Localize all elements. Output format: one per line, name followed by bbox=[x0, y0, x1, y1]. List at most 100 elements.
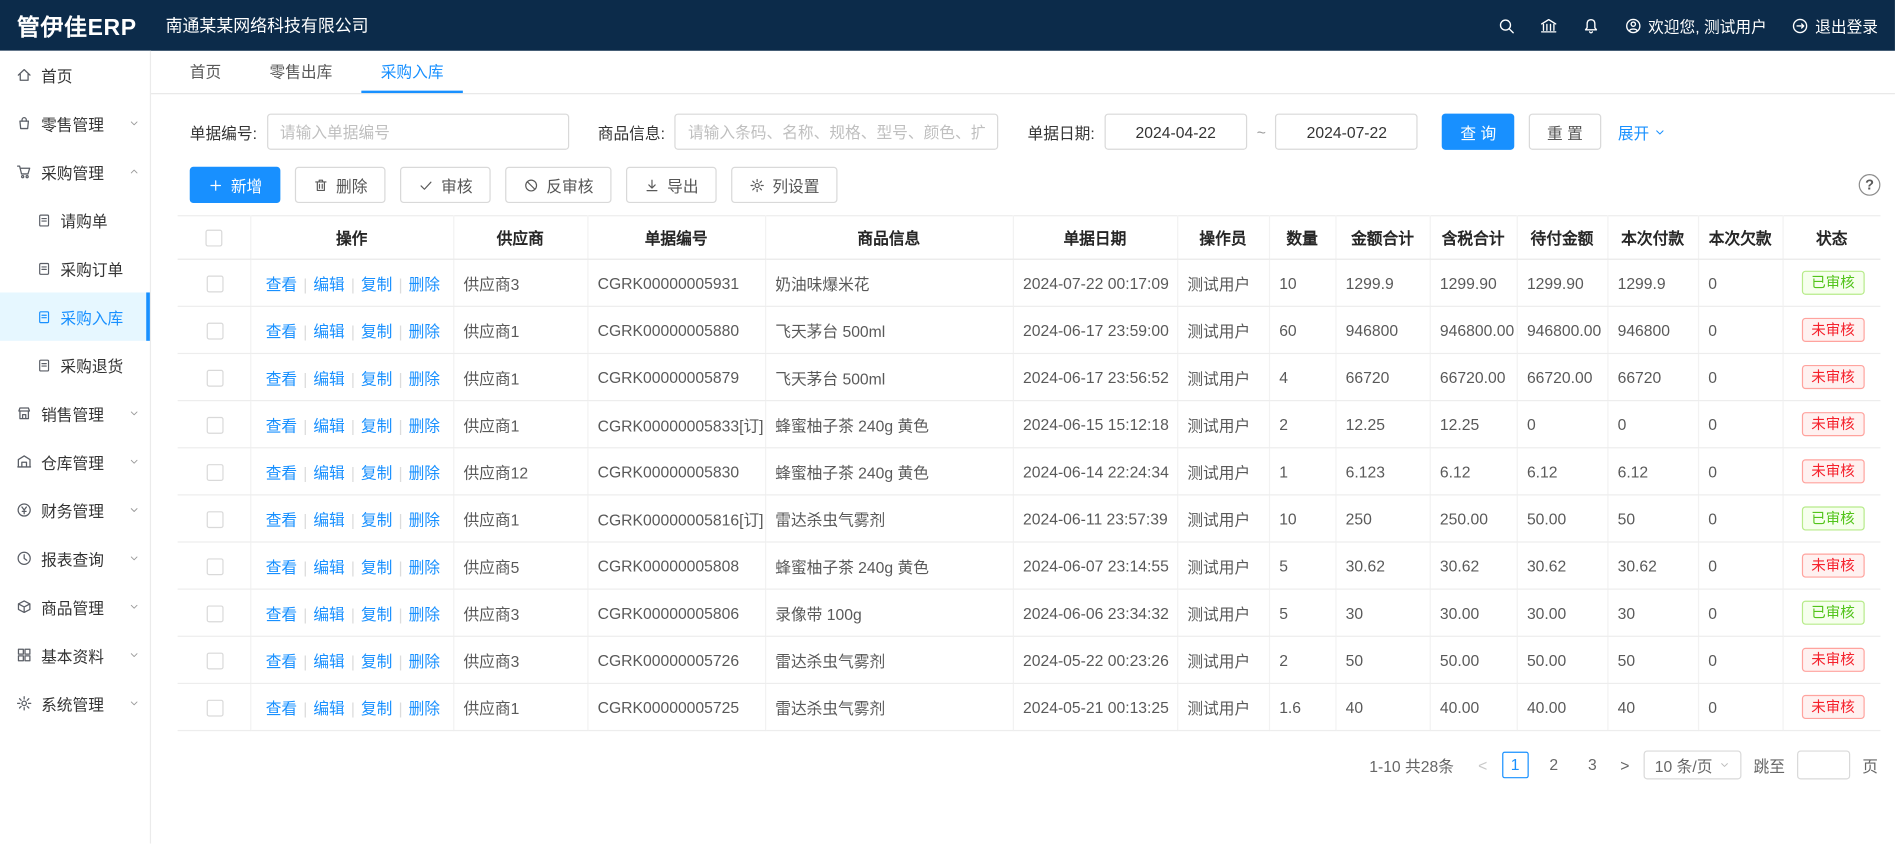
row-action-delete[interactable]: 删除 bbox=[409, 699, 440, 717]
row-action-view[interactable]: 查看 bbox=[266, 605, 297, 623]
page-size-select[interactable]: 10 条/页 bbox=[1644, 750, 1742, 779]
expand-toggle[interactable]: 展开 bbox=[1618, 120, 1666, 143]
next-page-button[interactable]: > bbox=[1618, 756, 1632, 774]
tab-home[interactable]: 首页 bbox=[170, 51, 240, 93]
row-action-view[interactable]: 查看 bbox=[266, 275, 297, 293]
welcome-user[interactable]: 欢迎您, 测试用户 bbox=[1624, 14, 1767, 37]
row-checkbox[interactable] bbox=[206, 370, 223, 387]
row-checkbox[interactable] bbox=[206, 605, 223, 622]
row-checkbox[interactable] bbox=[206, 511, 223, 528]
action-separator: | bbox=[351, 558, 355, 576]
row-action-edit[interactable]: 编辑 bbox=[313, 369, 344, 387]
row-action-view[interactable]: 查看 bbox=[266, 699, 297, 717]
page-button-1[interactable]: 1 bbox=[1502, 752, 1529, 779]
row-action-edit[interactable]: 编辑 bbox=[313, 416, 344, 434]
row-action-copy[interactable]: 复制 bbox=[361, 652, 392, 670]
logout-button[interactable]: 退出登录 bbox=[1791, 14, 1878, 37]
sidebar-item-sales[interactable]: 销售管理 bbox=[0, 389, 150, 437]
search-button[interactable]: 查 询 bbox=[1442, 114, 1514, 150]
tab-purchase-inbound[interactable]: 采购入库 bbox=[361, 51, 463, 93]
action-separator: | bbox=[303, 275, 307, 293]
row-action-delete[interactable]: 删除 bbox=[409, 605, 440, 623]
row-action-view[interactable]: 查看 bbox=[266, 463, 297, 481]
product-info-input[interactable] bbox=[675, 114, 999, 150]
row-action-delete[interactable]: 删除 bbox=[409, 463, 440, 481]
row-action-edit[interactable]: 编辑 bbox=[313, 699, 344, 717]
sidebar-item-report[interactable]: 报表查询 bbox=[0, 534, 150, 582]
row-action-copy[interactable]: 复制 bbox=[361, 275, 392, 293]
row-action-delete[interactable]: 删除 bbox=[409, 652, 440, 670]
row-action-edit[interactable]: 编辑 bbox=[313, 652, 344, 670]
sidebar-item-retail[interactable]: 零售管理 bbox=[0, 99, 150, 147]
row-action-edit[interactable]: 编辑 bbox=[313, 322, 344, 340]
row-action-edit[interactable]: 编辑 bbox=[313, 605, 344, 623]
help-icon[interactable]: ? bbox=[1859, 174, 1881, 196]
row-action-copy[interactable]: 复制 bbox=[361, 605, 392, 623]
row-checkbox[interactable] bbox=[206, 275, 223, 292]
row-checkbox[interactable] bbox=[206, 652, 223, 669]
header-bell-button[interactable] bbox=[1582, 16, 1600, 34]
column-settings-button[interactable]: 列设置 bbox=[731, 167, 837, 203]
row-action-edit[interactable]: 编辑 bbox=[313, 463, 344, 481]
row-action-view[interactable]: 查看 bbox=[266, 322, 297, 340]
date-start-input[interactable] bbox=[1104, 114, 1247, 150]
table-row: 查看|编辑|复制|删除供应商12CGRK00000005830蜂蜜柚子茶 240… bbox=[178, 448, 1881, 495]
row-checkbox[interactable] bbox=[206, 322, 223, 339]
sidebar-item-purchase[interactable]: 采购管理 bbox=[0, 147, 150, 195]
sidebar-item-purchase-inbound[interactable]: 采购入库 bbox=[0, 292, 150, 340]
row-action-view[interactable]: 查看 bbox=[266, 558, 297, 576]
tab-retail-outbound[interactable]: 零售出库 bbox=[250, 51, 352, 93]
row-action-copy[interactable]: 复制 bbox=[361, 416, 392, 434]
sidebar-item-system[interactable]: 系统管理 bbox=[0, 679, 150, 727]
button-label: 新增 bbox=[231, 173, 262, 196]
row-action-delete[interactable]: 删除 bbox=[409, 416, 440, 434]
page-button-2[interactable]: 2 bbox=[1540, 752, 1567, 779]
status-badge: 未审核 bbox=[1802, 412, 1865, 436]
row-checkbox[interactable] bbox=[206, 558, 223, 575]
row-action-view[interactable]: 查看 bbox=[266, 511, 297, 529]
sidebar-item-finance[interactable]: 财务管理 bbox=[0, 486, 150, 534]
row-action-copy[interactable]: 复制 bbox=[361, 322, 392, 340]
row-action-view[interactable]: 查看 bbox=[266, 416, 297, 434]
row-action-delete[interactable]: 删除 bbox=[409, 511, 440, 529]
sidebar-item-goods[interactable]: 商品管理 bbox=[0, 582, 150, 630]
row-checkbox[interactable] bbox=[206, 699, 223, 716]
row-action-edit[interactable]: 编辑 bbox=[313, 558, 344, 576]
row-action-copy[interactable]: 复制 bbox=[361, 511, 392, 529]
sidebar-item-warehouse[interactable]: 仓库管理 bbox=[0, 437, 150, 485]
row-action-edit[interactable]: 编辑 bbox=[313, 511, 344, 529]
row-action-view[interactable]: 查看 bbox=[266, 652, 297, 670]
sidebar-item-purchase-return[interactable]: 采购退货 bbox=[0, 341, 150, 389]
page-button-3[interactable]: 3 bbox=[1579, 752, 1606, 779]
date-end-input[interactable] bbox=[1276, 114, 1419, 150]
row-action-delete[interactable]: 删除 bbox=[409, 558, 440, 576]
select-all-checkbox[interactable] bbox=[205, 230, 222, 247]
sidebar-item-basic-data[interactable]: 基本资料 bbox=[0, 631, 150, 679]
sidebar-item-purchase-request[interactable]: 请购单 bbox=[0, 196, 150, 244]
row-action-copy[interactable]: 复制 bbox=[361, 699, 392, 717]
sidebar-item-home[interactable]: 首页 bbox=[0, 51, 150, 99]
row-action-delete[interactable]: 删除 bbox=[409, 275, 440, 293]
bill-no-input[interactable] bbox=[267, 114, 569, 150]
bill-no-cell: CGRK00000005806 bbox=[587, 589, 765, 636]
row-action-copy[interactable]: 复制 bbox=[361, 463, 392, 481]
unaudit-button[interactable]: 反审核 bbox=[505, 167, 611, 203]
row-checkbox[interactable] bbox=[206, 417, 223, 434]
row-action-edit[interactable]: 编辑 bbox=[313, 275, 344, 293]
row-action-copy[interactable]: 复制 bbox=[361, 558, 392, 576]
row-action-delete[interactable]: 删除 bbox=[409, 369, 440, 387]
delete-button[interactable]: 删除 bbox=[295, 167, 386, 203]
add-button[interactable]: 新增 bbox=[190, 167, 281, 203]
export-button[interactable]: 导出 bbox=[626, 167, 717, 203]
audit-button[interactable]: 审核 bbox=[400, 167, 491, 203]
row-action-copy[interactable]: 复制 bbox=[361, 369, 392, 387]
row-checkbox[interactable] bbox=[206, 464, 223, 481]
prev-page-button[interactable]: < bbox=[1476, 756, 1490, 774]
header-building-button[interactable] bbox=[1539, 16, 1557, 34]
sidebar-item-purchase-order[interactable]: 采购订单 bbox=[0, 244, 150, 292]
reset-button[interactable]: 重 置 bbox=[1529, 114, 1601, 150]
row-action-view[interactable]: 查看 bbox=[266, 369, 297, 387]
row-action-delete[interactable]: 删除 bbox=[409, 322, 440, 340]
header-search-button[interactable] bbox=[1497, 16, 1515, 34]
jump-to-input[interactable] bbox=[1797, 750, 1850, 779]
